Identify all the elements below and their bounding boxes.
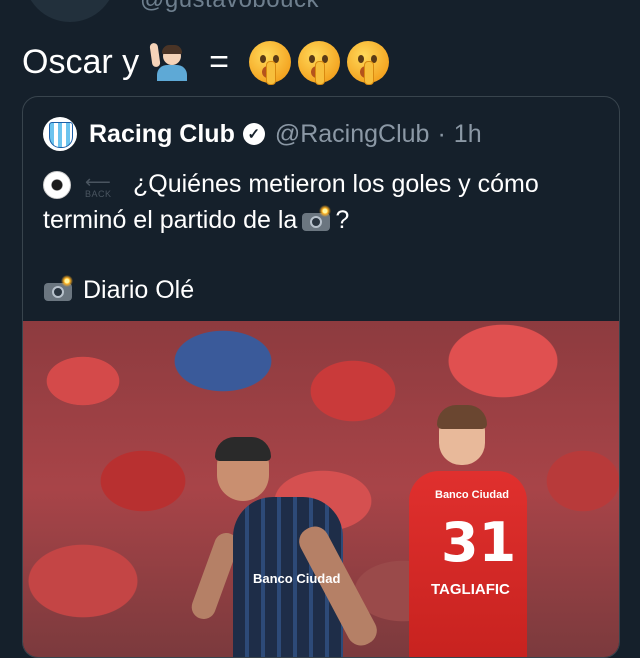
shushing-face-icon bbox=[248, 41, 291, 85]
photo-credit: Diario Olé bbox=[83, 276, 195, 304]
quoted-line-2-text: terminó el partido de la bbox=[43, 206, 298, 234]
photo-player-left: Banco Ciudad bbox=[188, 437, 403, 657]
tweet-photo[interactable]: Banco Ciudad Banco Ciudad 31 TAGLIAFIC bbox=[23, 321, 619, 657]
soccer-ball-icon bbox=[43, 169, 73, 199]
quoted-tweet-card[interactable]: Racing Club ✓ @RacingClub · 1h ⟵ BACK ¿Qu… bbox=[22, 96, 620, 658]
separator-dot: · bbox=[437, 119, 446, 148]
quoted-line-2-suffix: ? bbox=[335, 206, 350, 234]
quoted-tweet-header: Racing Club ✓ @RacingClub · 1h bbox=[43, 117, 482, 151]
right-player-name: TAGLIAFIC bbox=[431, 581, 510, 598]
left-player-sponsor: Banco Ciudad bbox=[253, 571, 341, 586]
quoted-timestamp[interactable]: 1h bbox=[454, 120, 482, 149]
quoted-line-1: ⟵ BACK ¿Quiénes metieron los goles y cómo bbox=[43, 167, 603, 201]
quoted-line-1-text: ¿Quiénes metieron los goles y cómo bbox=[133, 170, 539, 198]
quoted-author-handle[interactable]: @RacingClub bbox=[275, 120, 430, 149]
quoted-author-name[interactable]: Racing Club bbox=[89, 120, 235, 149]
camera-flash-icon bbox=[43, 275, 73, 303]
shushing-face-icon bbox=[297, 41, 340, 85]
tweet-text-start: Oscar y bbox=[22, 42, 140, 81]
quoted-line-2: terminó el partido de la ? bbox=[43, 203, 603, 237]
back-arrow-icon: ⟵ BACK bbox=[85, 172, 112, 199]
verified-badge-icon: ✓ bbox=[242, 123, 265, 145]
man-raising-hand-icon bbox=[149, 42, 188, 81]
shushing-face-icon bbox=[346, 41, 389, 85]
right-player-number: 31 bbox=[441, 511, 517, 574]
retweeter-handle[interactable]: @gustavobouck bbox=[140, 0, 319, 14]
photo-player-right: Banco Ciudad 31 TAGLIAFIC bbox=[409, 405, 539, 657]
camera-flash-icon bbox=[301, 205, 332, 233]
quoted-tweet-body: ⟵ BACK ¿Quiénes metieron los goles y cómo… bbox=[43, 167, 603, 307]
right-player-sponsor: Banco Ciudad bbox=[435, 489, 509, 501]
racing-club-logo-icon[interactable] bbox=[43, 117, 77, 151]
quoted-line-credit: Diario Olé bbox=[43, 273, 603, 307]
retweet-header: @gustavobouck bbox=[0, 0, 640, 22]
tweet-text: Oscar y = bbox=[22, 40, 396, 85]
equals-sign: = bbox=[209, 42, 229, 81]
retweeter-avatar[interactable] bbox=[24, 0, 116, 22]
